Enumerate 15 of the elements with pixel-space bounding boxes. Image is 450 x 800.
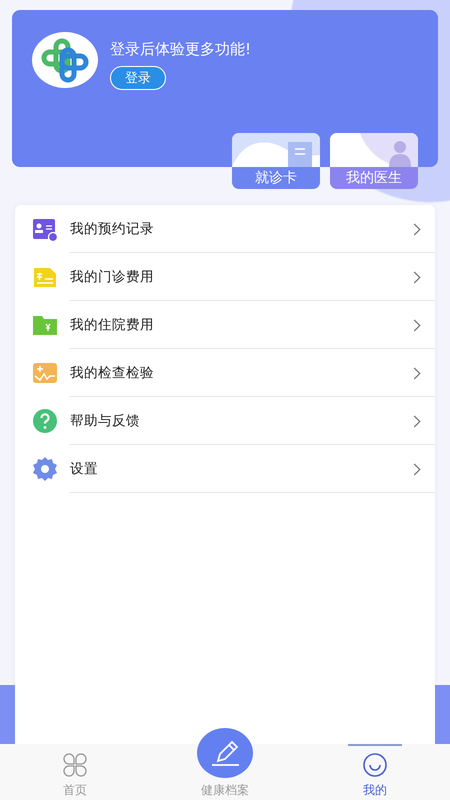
chart-icon	[32, 360, 58, 386]
chevron-icon	[413, 462, 421, 476]
id-card-icon	[32, 216, 58, 242]
chevron-icon	[413, 270, 421, 284]
login-prompt: 登录后体验更多功能!	[110, 40, 252, 59]
clover-icon	[62, 752, 88, 778]
chevron-icon	[413, 222, 421, 236]
tab[interactable]: 我的	[300, 744, 450, 800]
settings-icon	[32, 456, 58, 482]
chevron-icon	[413, 366, 421, 380]
chevron-icon	[413, 318, 421, 332]
help-icon	[32, 408, 58, 434]
smile-icon	[348, 744, 402, 778]
chevron-icon	[413, 414, 421, 428]
logo-icon	[32, 32, 98, 88]
